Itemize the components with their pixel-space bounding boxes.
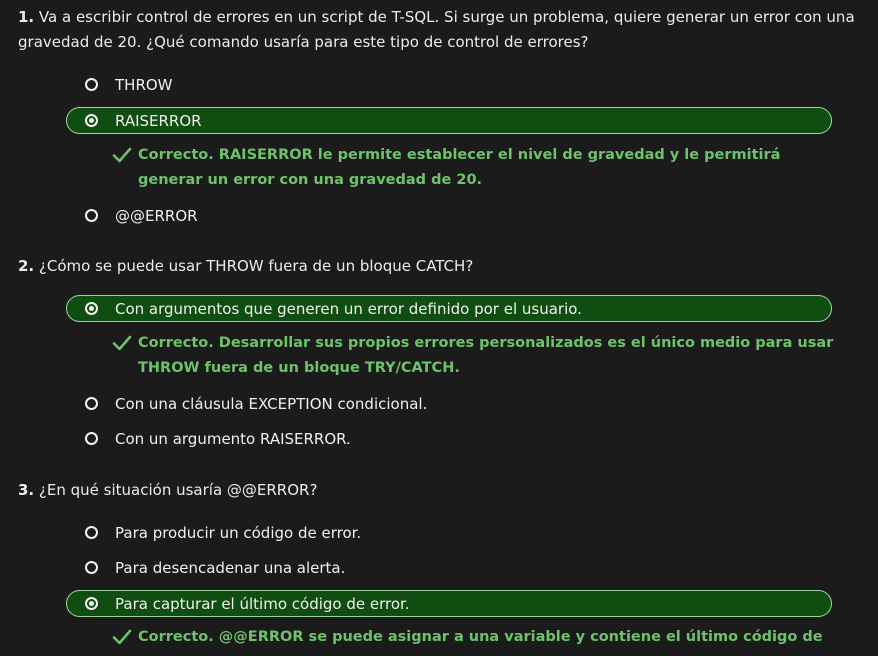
- option-label: @@ERROR: [115, 207, 198, 225]
- question-text: ¿Cómo se puede usar THROW fuera de un bl…: [38, 257, 474, 275]
- option-label: Para desencadenar una alerta.: [115, 559, 346, 577]
- option-label: Con argumentos que generen un error defi…: [115, 300, 582, 318]
- question-text: ¿En qué situación usaría @@ERROR?: [38, 481, 318, 499]
- radio-icon[interactable]: [85, 302, 98, 315]
- question-1: 1. Va a escribir control de errores en u…: [18, 5, 876, 55]
- radio-icon[interactable]: [85, 432, 98, 445]
- question-number: 1.: [18, 8, 35, 26]
- option-exception-clause[interactable]: Con una cláusula EXCEPTION condicional.: [66, 390, 832, 417]
- question-text: Va a escribir control de errores en un s…: [18, 8, 855, 51]
- option-label: Con una cláusula EXCEPTION condicional.: [115, 395, 428, 413]
- feedback-text: Correcto. Desarrollar sus propios errore…: [138, 335, 834, 376]
- radio-icon[interactable]: [85, 397, 98, 410]
- option-produce-error-code[interactable]: Para producir un código de error.: [66, 519, 832, 546]
- option-raiserror-argument[interactable]: Con un argumento RAISERROR.: [66, 425, 832, 452]
- option-label: Con un argumento RAISERROR.: [115, 430, 351, 448]
- question-number: 3.: [18, 481, 35, 499]
- feedback-text: Correcto. @@ERROR se puede asignar a una…: [138, 629, 823, 656]
- radio-icon[interactable]: [85, 526, 98, 539]
- quiz-results: 1. Va a escribir control de errores en u…: [0, 0, 878, 656]
- radio-icon[interactable]: [85, 209, 98, 222]
- option-throw[interactable]: THROW: [66, 71, 832, 98]
- radio-icon[interactable]: [85, 78, 98, 91]
- radio-icon[interactable]: [85, 561, 98, 574]
- question-2: 2. ¿Cómo se puede usar THROW fuera de un…: [18, 254, 876, 279]
- option-label: RAISERROR: [115, 112, 202, 130]
- option-label: Para producir un código de error.: [115, 524, 362, 542]
- option-raiserror[interactable]: RAISERROR: [66, 107, 832, 134]
- option-error-function[interactable]: @@ERROR: [66, 202, 832, 229]
- check-icon: [112, 335, 132, 351]
- feedback-text: Correcto. RAISERROR le permite establece…: [138, 147, 781, 188]
- check-icon: [112, 147, 132, 163]
- question-number: 2.: [18, 257, 35, 275]
- option-user-defined-args[interactable]: Con argumentos que generen un error defi…: [66, 295, 832, 322]
- check-icon: [112, 629, 132, 645]
- option-label: THROW: [115, 76, 173, 94]
- option-trigger-alert[interactable]: Para desencadenar una alerta.: [66, 554, 832, 581]
- radio-icon[interactable]: [85, 114, 98, 127]
- radio-icon[interactable]: [85, 597, 98, 610]
- option-label: Para capturar el último código de error.: [115, 595, 410, 613]
- question-3: 3. ¿En qué situación usaría @@ERROR?: [18, 478, 876, 503]
- option-capture-last-error[interactable]: Para capturar el último código de error.: [66, 590, 832, 617]
